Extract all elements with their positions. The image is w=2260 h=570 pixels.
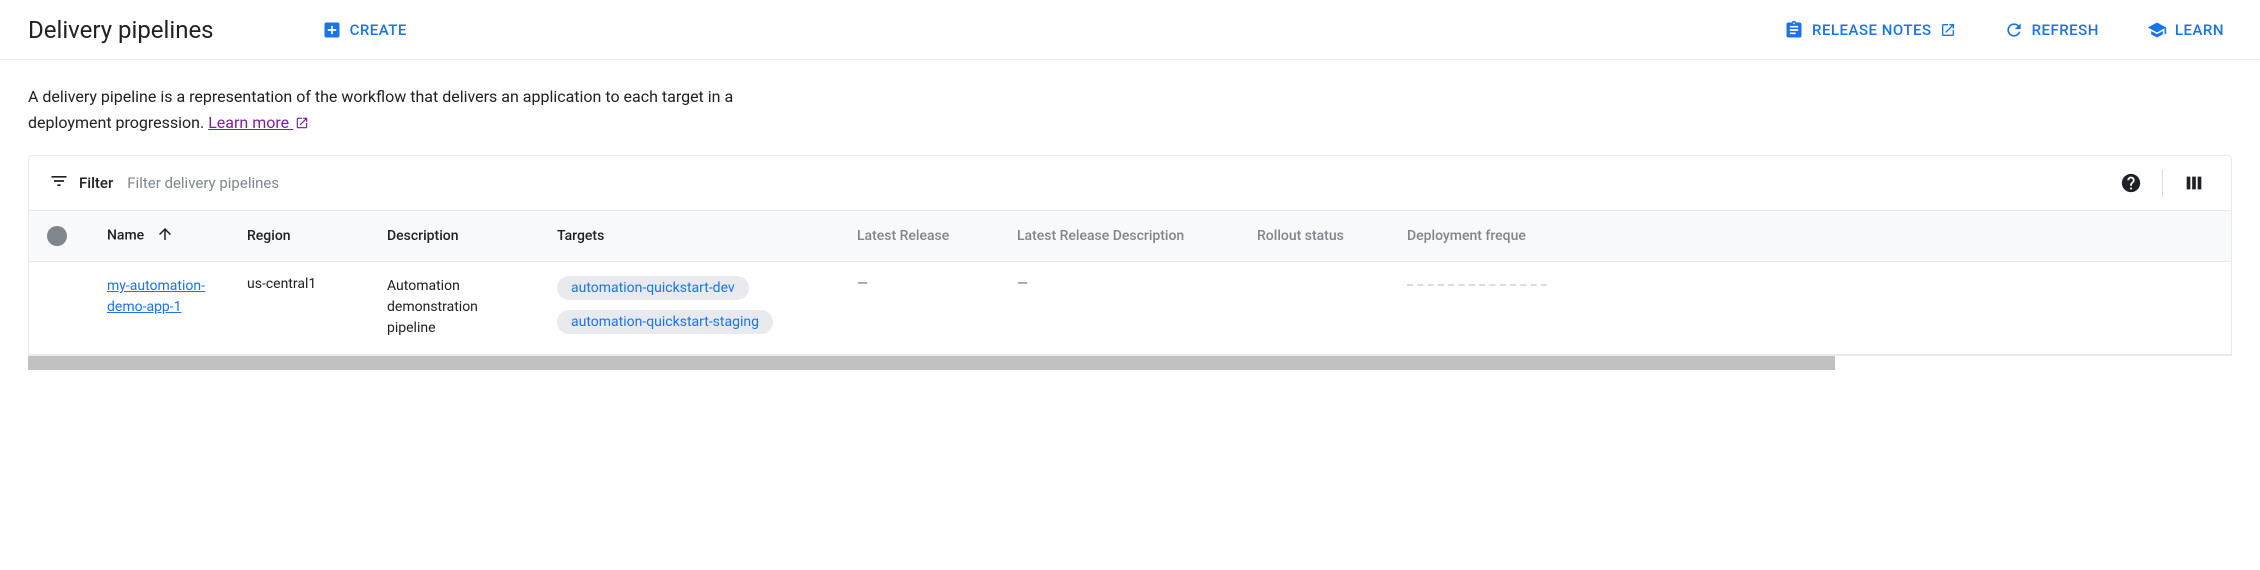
column-name-label: Name <box>107 228 144 244</box>
learn-button[interactable]: LEARN <box>2139 14 2232 46</box>
external-link-icon <box>1940 22 1956 38</box>
page-header: Delivery pipelines CREATE RELEASE NOTES … <box>0 0 2260 60</box>
scrollbar-thumb[interactable] <box>28 356 1835 370</box>
learn-label: LEARN <box>2175 21 2224 39</box>
table-row: my-automation-demo-app-1 us-central1 Aut… <box>29 262 2231 355</box>
graduation-cap-icon <box>2147 20 2167 40</box>
column-region[interactable]: Region <box>229 211 369 262</box>
cell-latest-release: — <box>839 262 999 355</box>
cell-targets: automation-quickstart-dev automation-qui… <box>539 262 839 355</box>
help-button[interactable] <box>2114 166 2148 200</box>
column-description[interactable]: Description <box>369 211 539 262</box>
column-name[interactable]: Name <box>89 211 229 262</box>
column-latest-release[interactable]: Latest Release <box>839 211 999 262</box>
description-body: A delivery pipeline is a representation … <box>28 87 733 132</box>
cell-description: Automation demonstration pipeline <box>369 262 539 355</box>
pipelines-table: Name Region Description Targets Latest R… <box>29 211 2231 355</box>
header-actions: RELEASE NOTES REFRESH LEARN <box>1776 14 2232 46</box>
create-label: CREATE <box>350 21 407 39</box>
filter-label: Filter <box>79 174 113 192</box>
cell-latest-release-description: — <box>999 262 1239 355</box>
filter-bar: Filter <box>29 156 2231 211</box>
column-rollout-status[interactable]: Rollout status <box>1239 211 1389 262</box>
cell-deployment-frequency <box>1389 262 2231 355</box>
cell-status <box>29 262 89 355</box>
description-section: A delivery pipeline is a representation … <box>0 60 2260 155</box>
column-targets[interactable]: Targets <box>539 211 839 262</box>
refresh-icon <box>2004 20 2024 40</box>
release-notes-label: RELEASE NOTES <box>1812 21 1932 39</box>
status-dot-icon <box>47 226 67 246</box>
refresh-label: REFRESH <box>2032 21 2099 39</box>
target-chip[interactable]: automation-quickstart-staging <box>557 310 773 334</box>
column-status <box>29 211 89 262</box>
release-notes-button[interactable]: RELEASE NOTES <box>1776 14 1964 46</box>
columns-icon <box>2183 172 2205 194</box>
horizontal-scrollbar[interactable] <box>28 356 2232 370</box>
description-text: A delivery pipeline is a representation … <box>28 84 748 135</box>
divider <box>2162 169 2163 197</box>
targets-list: automation-quickstart-dev automation-qui… <box>557 276 821 340</box>
empty-value: — <box>857 276 868 292</box>
column-deployment-frequency[interactable]: Deployment freque <box>1389 211 2231 262</box>
cell-region: us-central1 <box>229 262 369 355</box>
plus-box-icon <box>322 20 342 40</box>
cell-name: my-automation-demo-app-1 <box>89 262 229 355</box>
learn-more-label: Learn more <box>208 113 289 132</box>
column-latest-release-description[interactable]: Latest Release Description <box>999 211 1239 262</box>
empty-value: — <box>1017 276 1028 292</box>
help-icon <box>2120 172 2142 194</box>
filter-input[interactable] <box>127 174 2100 192</box>
learn-more-link[interactable]: Learn more <box>208 113 309 132</box>
columns-button[interactable] <box>2177 166 2211 200</box>
external-link-icon <box>295 116 309 130</box>
sort-ascending-icon <box>156 225 174 247</box>
table-header-row: Name Region Description Targets Latest R… <box>29 211 2231 262</box>
page-title: Delivery pipelines <box>28 16 214 44</box>
pipeline-name-link[interactable]: my-automation-demo-app-1 <box>107 278 205 315</box>
target-chip[interactable]: automation-quickstart-dev <box>557 276 749 300</box>
table-container: Filter Name <box>28 155 2232 356</box>
create-button[interactable]: CREATE <box>314 14 415 46</box>
filter-icon <box>49 171 69 195</box>
notes-icon <box>1784 20 1804 40</box>
cell-rollout-status <box>1239 262 1389 355</box>
deployment-frequency-placeholder <box>1407 276 1547 286</box>
refresh-button[interactable]: REFRESH <box>1996 14 2107 46</box>
filter-right <box>2114 166 2211 200</box>
filter-icon-wrap: Filter <box>49 171 113 195</box>
